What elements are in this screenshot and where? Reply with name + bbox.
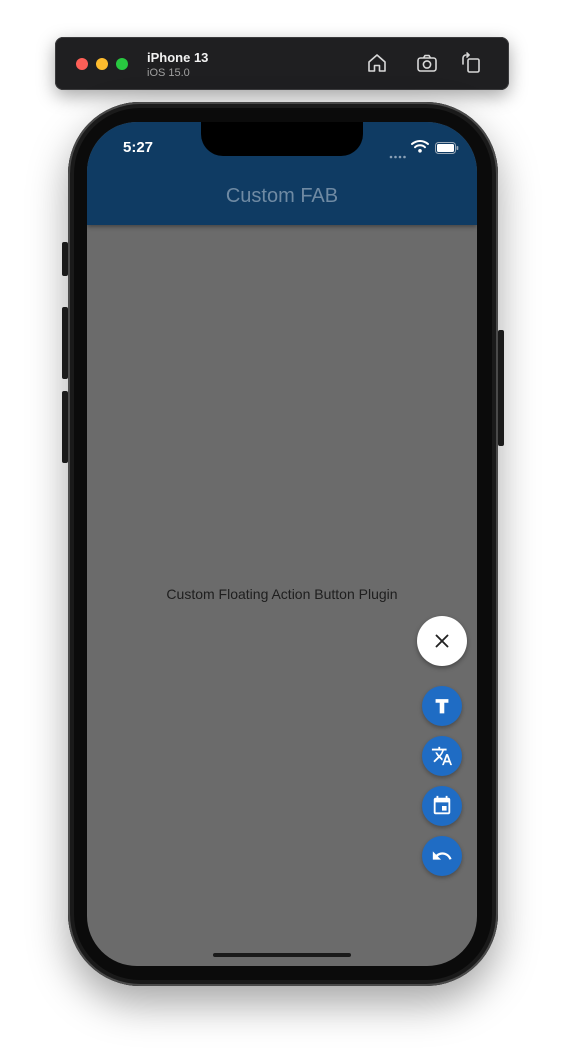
screenshot-icon[interactable] bbox=[415, 51, 439, 75]
undo-icon bbox=[432, 851, 452, 860]
fab-text-format-button[interactable] bbox=[422, 686, 462, 726]
rotate-icon[interactable] bbox=[459, 51, 483, 75]
fab-translate-button[interactable] bbox=[422, 736, 462, 776]
text-format-icon bbox=[435, 699, 449, 714]
translate-icon bbox=[431, 746, 453, 766]
minimize-window-button[interactable] bbox=[96, 58, 108, 70]
wifi-icon bbox=[411, 139, 429, 153]
simulator-toolbar: iPhone 13 iOS 15.0 bbox=[55, 37, 509, 90]
calendar-icon bbox=[433, 795, 451, 815]
home-indicator[interactable] bbox=[213, 953, 351, 957]
device-os-version: iOS 15.0 bbox=[147, 67, 190, 79]
close-icon bbox=[435, 634, 449, 648]
close-window-button[interactable] bbox=[76, 58, 88, 70]
battery-icon bbox=[435, 141, 459, 154]
app-title: Custom FAB bbox=[225, 185, 339, 207]
power-button bbox=[498, 330, 504, 446]
fab-undo-button[interactable] bbox=[422, 836, 462, 876]
device-name: iPhone 13 bbox=[147, 50, 209, 65]
fab-calendar-button[interactable] bbox=[422, 786, 462, 826]
cellular-signal-icon bbox=[389, 146, 407, 159]
fab-close-button[interactable] bbox=[417, 616, 467, 666]
home-icon[interactable] bbox=[365, 51, 389, 75]
notch bbox=[201, 122, 363, 156]
body-text: Custom Floating Action Button Plugin bbox=[166, 586, 398, 602]
status-time: 5:27 bbox=[123, 139, 154, 156]
zoom-window-button[interactable] bbox=[116, 58, 128, 70]
phone-screen[interactable]: 5:27 Custom FAB Custom Floating Action B… bbox=[87, 122, 477, 966]
